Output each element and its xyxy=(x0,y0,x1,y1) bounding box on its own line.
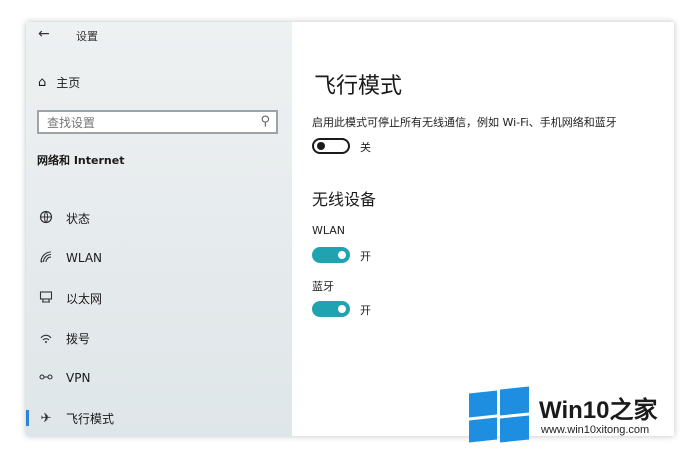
sidebar-item-airplane-mode[interactable]: ✈ 飞行模式 xyxy=(26,398,292,436)
home-icon: ⌂ xyxy=(38,74,47,90)
page-title: 飞行模式 xyxy=(314,74,403,99)
content-pane: 飞行模式 启用此模式可停止所有无线通信，例如 Wi-Fi、手机网络和蓝牙 关 无… xyxy=(292,22,674,436)
search-input[interactable] xyxy=(39,113,249,133)
sidebar: ← 设置 ⌂ 主页 ⚲ 网络和 Internet 状态 WLAN xyxy=(26,22,292,436)
wlan-toggle[interactable] xyxy=(312,247,350,263)
bluetooth-toggle-state: 开 xyxy=(360,304,371,317)
bluetooth-toggle[interactable] xyxy=(312,301,350,317)
window-title: 设置 xyxy=(76,30,98,43)
wlan-label: WLAN xyxy=(312,224,346,237)
sidebar-item-label: 以太网 xyxy=(66,291,103,306)
airplane-description: 启用此模式可停止所有无线通信，例如 Wi-Fi、手机网络和蓝牙 xyxy=(312,116,617,129)
toggle-knob xyxy=(338,305,346,313)
title-bar: ← 设置 xyxy=(26,22,292,50)
back-arrow-icon[interactable]: ← xyxy=(38,26,50,42)
wlan-toggle-state: 开 xyxy=(360,250,371,263)
watermark-url: www.win10xitong.com xyxy=(541,424,650,436)
wireless-devices-title: 无线设备 xyxy=(312,190,377,209)
brand-prefix: Win10 xyxy=(539,397,610,424)
windows-logo-icon xyxy=(469,386,529,444)
sidebar-item-dialup[interactable]: 拨号 xyxy=(26,318,292,358)
bluetooth-label: 蓝牙 xyxy=(312,280,334,293)
ethernet-icon xyxy=(38,290,54,307)
airplane-toggle-state: 关 xyxy=(360,141,371,154)
settings-window: ← 设置 ⌂ 主页 ⚲ 网络和 Internet 状态 WLAN xyxy=(26,22,674,436)
sidebar-item-status[interactable]: 状态 xyxy=(26,198,292,238)
watermark-logo: Win10之家 www.win10xitong.com xyxy=(465,378,693,446)
sidebar-item-label: WLAN xyxy=(66,251,103,265)
globe-icon xyxy=(38,210,54,227)
toggle-knob xyxy=(338,251,346,259)
brand-suffix: 之家 xyxy=(609,397,658,424)
dialup-icon xyxy=(38,330,54,347)
wifi-icon xyxy=(38,250,54,267)
vpn-icon xyxy=(38,370,54,387)
sidebar-item-ethernet[interactable]: 以太网 xyxy=(26,278,292,318)
toggle-knob xyxy=(317,142,325,150)
nav-list: 状态 WLAN 以太网 拨号 VPN ✈ 飞行模式 xyxy=(26,198,292,436)
sidebar-item-label: VPN xyxy=(66,371,91,385)
home-nav-item[interactable]: ⌂ 主页 xyxy=(38,72,80,92)
airplane-mode-toggle[interactable] xyxy=(312,138,350,154)
sidebar-item-vpn[interactable]: VPN xyxy=(26,358,292,398)
home-label: 主页 xyxy=(56,75,81,90)
section-title: 网络和 Internet xyxy=(37,154,125,167)
search-icon[interactable]: ⚲ xyxy=(260,114,270,129)
sidebar-item-label: 拨号 xyxy=(66,331,91,346)
search-box[interactable]: ⚲ xyxy=(37,110,278,134)
sidebar-item-label: 飞行模式 xyxy=(66,411,115,426)
airplane-icon: ✈ xyxy=(40,410,52,426)
watermark-brand: Win10之家 xyxy=(539,390,657,425)
sidebar-item-wlan[interactable]: WLAN xyxy=(26,238,292,278)
sidebar-item-label: 状态 xyxy=(66,211,91,226)
